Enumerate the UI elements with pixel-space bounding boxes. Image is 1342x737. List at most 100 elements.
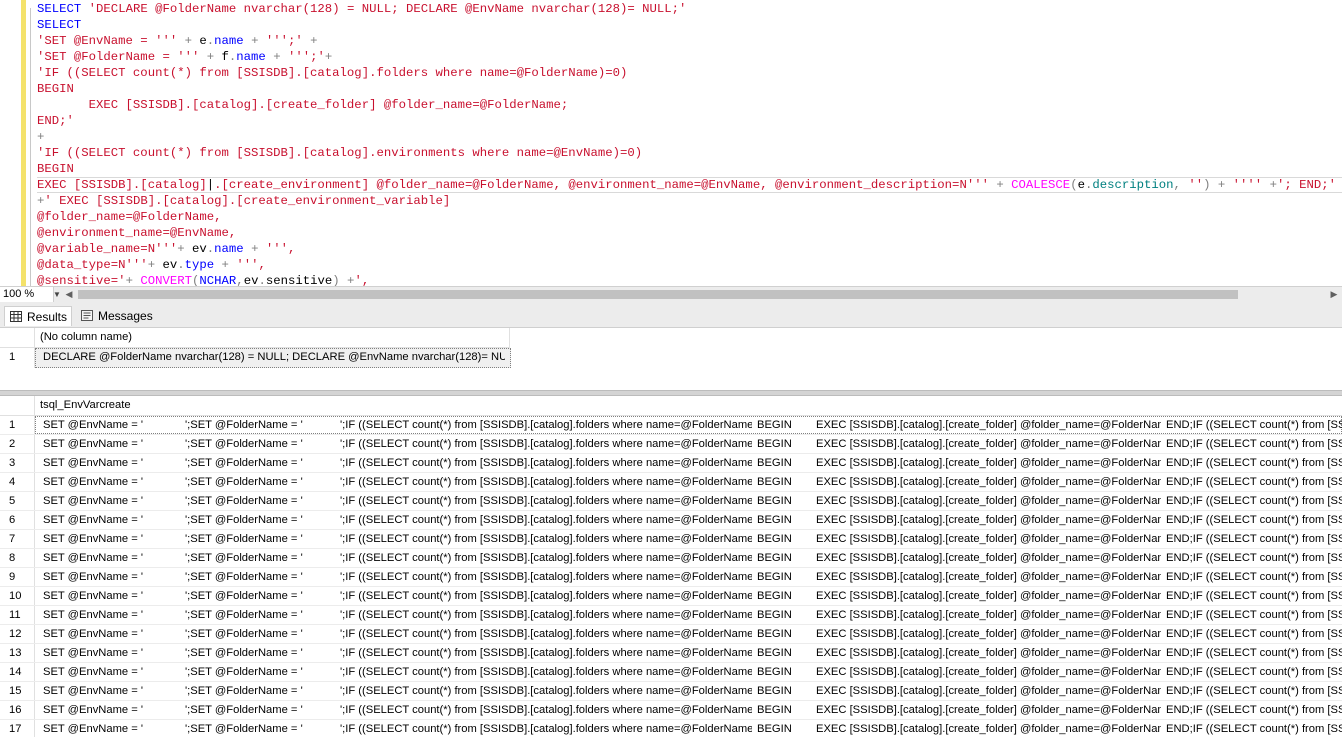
table-cell[interactable]: EXEC [SSISDB].[catalog].[create_folder] … — [816, 701, 1161, 720]
zoom-level[interactable]: 100 % — [0, 287, 54, 302]
table-cell[interactable]: END;IF ((SELECT count(*) from [SSIS — [1166, 549, 1342, 568]
table-cell[interactable]: EXEC [SSISDB].[catalog].[create_folder] … — [816, 644, 1161, 663]
code-area[interactable]: SELECT 'DECLARE @FolderName nvarchar(128… — [37, 1, 1342, 286]
table-cell[interactable]: END;IF ((SELECT count(*) from [SSIS — [1166, 701, 1342, 720]
table-cell[interactable]: END;IF ((SELECT count(*) from [SSIS — [1166, 644, 1342, 663]
code-line[interactable]: 'IF ((SELECT count(*) from [SSISDB].[cat… — [37, 145, 1342, 161]
row-number[interactable]: 17 — [0, 720, 34, 737]
table-cell[interactable]: ';IF ((SELECT count(*) from [SSISDB].[ca… — [340, 682, 752, 701]
row-number[interactable]: 3 — [0, 454, 34, 473]
table-cell[interactable]: END;IF ((SELECT count(*) from [SSIS — [1166, 587, 1342, 606]
row-number[interactable]: 13 — [0, 644, 34, 663]
tab-messages[interactable]: Messages — [76, 306, 153, 326]
table-cell[interactable]: EXEC [SSISDB].[catalog].[create_folder] … — [816, 511, 1161, 530]
table-cell[interactable]: ';SET @FolderName = ' — [185, 568, 335, 587]
row-number[interactable]: 4 — [0, 473, 34, 492]
table-cell[interactable]: ';IF ((SELECT count(*) from [SSISDB].[ca… — [340, 416, 752, 435]
table-cell[interactable]: ';IF ((SELECT count(*) from [SSISDB].[ca… — [340, 606, 752, 625]
table-cell[interactable]: SET @EnvName = ' — [43, 644, 183, 663]
table-cell[interactable]: ';SET @FolderName = ' — [185, 587, 335, 606]
code-line[interactable]: 'SET @FolderName = ''' + f.name + ''';'+ — [37, 49, 1342, 65]
table-cell[interactable]: EXEC [SSISDB].[catalog].[create_folder] … — [816, 682, 1161, 701]
horizontal-scrollbar-thumb[interactable] — [78, 290, 1238, 299]
code-line[interactable]: 'IF ((SELECT count(*) from [SSISDB].[cat… — [37, 65, 1342, 81]
table-cell[interactable]: END;IF ((SELECT count(*) from [SSIS — [1166, 416, 1342, 435]
table-cell[interactable]: SET @EnvName = ' — [43, 492, 183, 511]
row-number[interactable]: 5 — [0, 492, 34, 511]
code-line[interactable]: SELECT — [37, 17, 1342, 33]
table-cell[interactable]: ';IF ((SELECT count(*) from [SSISDB].[ca… — [340, 701, 752, 720]
table-cell[interactable]: END;IF ((SELECT count(*) from [SSIS — [1166, 682, 1342, 701]
table-cell[interactable]: ';IF ((SELECT count(*) from [SSISDB].[ca… — [340, 587, 752, 606]
table-cell[interactable]: END;IF ((SELECT count(*) from [SSIS — [1166, 435, 1342, 454]
arrow-right-icon[interactable]: ▶ — [1328, 287, 1340, 302]
table-cell[interactable]: SET @EnvName = ' — [43, 587, 183, 606]
table-cell[interactable]: SET @EnvName = ' — [43, 473, 183, 492]
row-number[interactable]: 7 — [0, 530, 34, 549]
table-cell[interactable]: ';SET @FolderName = ' — [185, 720, 335, 737]
code-line[interactable]: @sensitive='+ CONVERT(NCHAR,ev.sensitive… — [37, 273, 1342, 286]
row-number[interactable]: 9 — [0, 568, 34, 587]
table-cell[interactable]: BEGIN — [757, 473, 812, 492]
table-cell[interactable]: ';SET @FolderName = ' — [185, 511, 335, 530]
table-cell[interactable]: ';SET @FolderName = ' — [185, 701, 335, 720]
table-cell[interactable]: END;IF ((SELECT count(*) from [SSIS — [1166, 663, 1342, 682]
table-cell[interactable]: EXEC [SSISDB].[catalog].[create_folder] … — [816, 492, 1161, 511]
table-cell[interactable]: ';IF ((SELECT count(*) from [SSISDB].[ca… — [340, 473, 752, 492]
table-cell[interactable]: SET @EnvName = ' — [43, 435, 183, 454]
table-cell[interactable]: EXEC [SSISDB].[catalog].[create_folder] … — [816, 568, 1161, 587]
table-cell[interactable]: END;IF ((SELECT count(*) from [SSIS — [1166, 606, 1342, 625]
table-cell[interactable]: ';SET @FolderName = ' — [185, 473, 335, 492]
table-cell[interactable]: ';SET @FolderName = ' — [185, 682, 335, 701]
table-cell[interactable]: EXEC [SSISDB].[catalog].[create_folder] … — [816, 625, 1161, 644]
table-cell[interactable]: BEGIN — [757, 587, 812, 606]
code-line[interactable]: BEGIN — [37, 161, 1342, 177]
table-cell[interactable]: BEGIN — [757, 663, 812, 682]
table-cell[interactable]: ';SET @FolderName = ' — [185, 644, 335, 663]
code-line[interactable]: @folder_name=@FolderName, — [37, 209, 1342, 225]
row-number[interactable]: 11 — [0, 606, 34, 625]
code-line[interactable]: @data_type=N'''+ ev.type + ''', — [37, 257, 1342, 273]
chevron-down-icon[interactable]: ▼ — [52, 287, 62, 302]
column-header[interactable]: (No column name) — [40, 328, 500, 347]
row-number[interactable]: 1 — [0, 348, 34, 367]
table-cell[interactable]: EXEC [SSISDB].[catalog].[create_folder] … — [816, 435, 1161, 454]
table-cell[interactable]: SET @EnvName = ' — [43, 549, 183, 568]
code-line[interactable]: @variable_name=N'''+ ev.name + ''', — [37, 241, 1342, 257]
table-cell[interactable]: SET @EnvName = ' — [43, 682, 183, 701]
code-line[interactable]: 'SET @EnvName = ''' + e.name + ''';' + — [37, 33, 1342, 49]
table-cell[interactable]: SET @EnvName = ' — [43, 454, 183, 473]
table-cell[interactable]: SET @EnvName = ' — [43, 606, 183, 625]
code-line[interactable]: SELECT 'DECLARE @FolderName nvarchar(128… — [37, 1, 1342, 17]
row-number[interactable]: 1 — [0, 416, 34, 435]
table-cell[interactable]: ';SET @FolderName = ' — [185, 416, 335, 435]
table-cell[interactable]: END;IF ((SELECT count(*) from [SSIS — [1166, 568, 1342, 587]
table-cell[interactable]: ';SET @FolderName = ' — [185, 454, 335, 473]
table-cell[interactable]: EXEC [SSISDB].[catalog].[create_folder] … — [816, 416, 1161, 435]
table-cell[interactable]: ';SET @FolderName = ' — [185, 549, 335, 568]
arrow-left-icon[interactable]: ◀ — [63, 287, 75, 302]
table-cell[interactable]: ';IF ((SELECT count(*) from [SSISDB].[ca… — [340, 720, 752, 737]
table-cell[interactable]: EXEC [SSISDB].[catalog].[create_folder] … — [816, 549, 1161, 568]
table-cell[interactable]: DECLARE @FolderName nvarchar(128) = NULL… — [43, 348, 505, 367]
code-line[interactable]: EXEC [SSISDB].[catalog].[create_folder] … — [37, 97, 1342, 113]
table-cell[interactable]: SET @EnvName = ' — [43, 511, 183, 530]
tab-results[interactable]: Results — [4, 306, 72, 326]
table-cell[interactable]: EXEC [SSISDB].[catalog].[create_folder] … — [816, 720, 1161, 737]
table-cell[interactable]: BEGIN — [757, 720, 812, 737]
table-cell[interactable]: BEGIN — [757, 492, 812, 511]
table-cell[interactable]: SET @EnvName = ' — [43, 568, 183, 587]
row-number[interactable]: 12 — [0, 625, 34, 644]
table-cell[interactable]: BEGIN — [757, 644, 812, 663]
code-line[interactable]: @environment_name=@EnvName, — [37, 225, 1342, 241]
table-cell[interactable]: BEGIN — [757, 568, 812, 587]
table-cell[interactable]: ';IF ((SELECT count(*) from [SSISDB].[ca… — [340, 549, 752, 568]
table-cell[interactable]: END;IF ((SELECT count(*) from [SSIS — [1166, 492, 1342, 511]
table-cell[interactable]: BEGIN — [757, 682, 812, 701]
table-cell[interactable]: SET @EnvName = ' — [43, 530, 183, 549]
code-line[interactable]: +' EXEC [SSISDB].[catalog].[create_envir… — [37, 193, 1342, 209]
table-cell[interactable]: ';IF ((SELECT count(*) from [SSISDB].[ca… — [340, 454, 752, 473]
table-cell[interactable]: SET @EnvName = ' — [43, 720, 183, 737]
table-cell[interactable]: SET @EnvName = ' — [43, 663, 183, 682]
table-cell[interactable]: ';IF ((SELECT count(*) from [SSISDB].[ca… — [340, 492, 752, 511]
